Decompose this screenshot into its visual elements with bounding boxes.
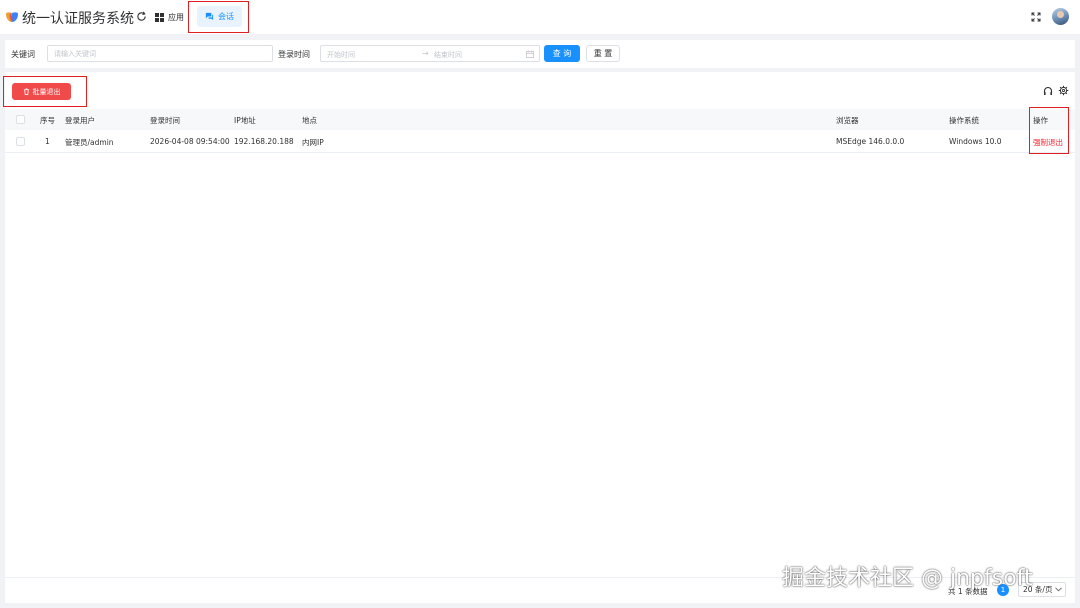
keyword-input[interactable] xyxy=(47,45,273,62)
refresh-icon[interactable] xyxy=(136,11,147,22)
grid-icon xyxy=(155,12,164,22)
login-time-range-picker[interactable]: 开始时间 → 结束时间 xyxy=(320,45,540,62)
nav-tab-app-label: 应用 xyxy=(168,12,184,22)
row-ip: 192.168.20.188 xyxy=(234,137,294,146)
col-header-browser: 浏览器 xyxy=(836,116,859,125)
date-start-placeholder: 开始时间 xyxy=(327,51,355,59)
app-logo-icon xyxy=(6,12,18,22)
row-checkbox[interactable] xyxy=(16,137,25,146)
row-user: 管理员/admin xyxy=(65,138,114,147)
reset-button[interactable]: 重 置 xyxy=(586,45,620,62)
top-bar: 统一认证服务系统 应用 会话 xyxy=(0,0,1080,34)
batch-logout-label: 批量退出 xyxy=(32,87,61,96)
force-logout-link[interactable]: 强制退出 xyxy=(1033,137,1063,148)
row-location: 内网IP xyxy=(302,138,324,147)
nav-tab-session-label: 会话 xyxy=(218,12,234,21)
batch-logout-button[interactable]: 批量退出 xyxy=(12,83,71,100)
nav-tab-session[interactable]: 会话 xyxy=(197,6,242,27)
col-header-location: 地点 xyxy=(302,116,317,125)
select-all-checkbox[interactable] xyxy=(16,115,25,124)
headset-icon[interactable] xyxy=(1043,86,1053,96)
table-row: 1 管理员/admin 2026-04-08 09:54:00 192.168.… xyxy=(5,131,1075,153)
chat-icon xyxy=(205,12,214,21)
range-arrow-icon: → xyxy=(422,49,429,58)
login-time-label: 登录时间 xyxy=(278,50,310,59)
col-header-login-time: 登录时间 xyxy=(150,116,180,125)
watermark: 掘金技术社区 @ jnpfsoft xyxy=(782,566,1033,591)
user-avatar[interactable] xyxy=(1052,8,1069,25)
app-title: 统一认证服务系统 xyxy=(22,11,134,27)
trash-icon xyxy=(23,88,29,95)
col-header-index: 序号 xyxy=(40,116,55,125)
row-browser: MSEdge 146.0.0.0 xyxy=(836,137,905,146)
calendar-icon xyxy=(526,50,534,58)
nav-tab-app[interactable]: 应用 xyxy=(155,10,184,24)
col-header-action: 操作 xyxy=(1033,116,1048,125)
row-login-time: 2026-04-08 09:54:00 xyxy=(150,137,230,146)
gear-icon[interactable] xyxy=(1058,85,1069,96)
fullscreen-icon[interactable] xyxy=(1031,12,1041,22)
row-os: Windows 10.0 xyxy=(949,137,1002,146)
table-header: 序号 登录用户 登录时间 IP地址 地点 浏览器 操作系统 操作 xyxy=(5,109,1075,130)
search-panel: 关键词 登录时间 开始时间 → 结束时间 xyxy=(5,40,1075,68)
chevron-down-icon xyxy=(1055,587,1063,592)
col-header-os: 操作系统 xyxy=(949,116,979,125)
query-button[interactable]: 查 询 xyxy=(544,45,580,62)
date-end-placeholder: 结束时间 xyxy=(434,51,462,59)
col-header-ip: IP地址 xyxy=(234,116,256,125)
row-index: 1 xyxy=(45,137,50,146)
keyword-label: 关键词 xyxy=(11,50,35,59)
col-header-user: 登录用户 xyxy=(65,116,95,125)
